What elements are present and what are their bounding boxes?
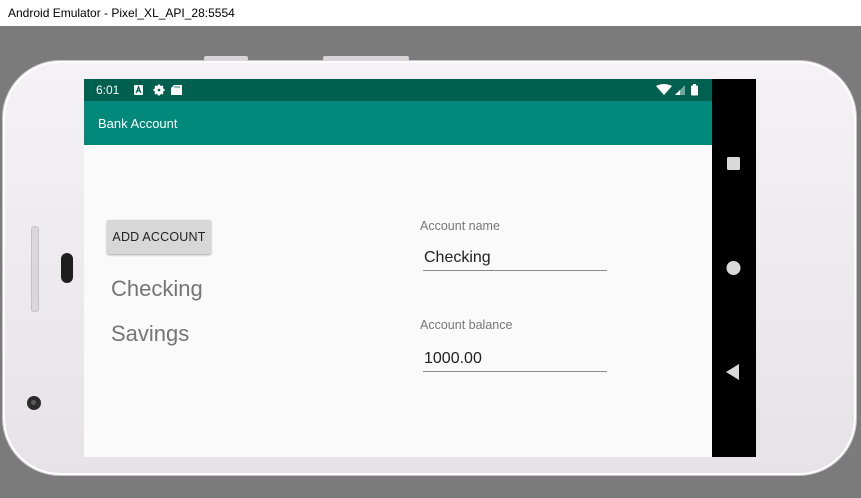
app-bar: Bank Account	[84, 101, 712, 145]
battery-icon	[691, 84, 698, 96]
device-screen: 6:01 Bank Account ADD ACCOUNT Checking S…	[84, 79, 712, 457]
gear-icon	[153, 84, 165, 96]
home-button[interactable]	[712, 250, 756, 286]
status-system-icons	[656, 84, 698, 96]
add-account-button[interactable]: ADD ACCOUNT	[107, 220, 211, 254]
device-speaker	[61, 253, 73, 283]
account-list-item[interactable]: Checking	[111, 277, 203, 301]
sd-card-icon	[171, 85, 182, 95]
app-title: Bank Account	[98, 116, 178, 131]
account-list-item[interactable]: Savings	[111, 322, 189, 346]
account-name-input[interactable]	[423, 247, 607, 271]
front-camera	[27, 396, 41, 410]
back-triangle-icon	[726, 364, 739, 380]
account-balance-input[interactable]	[423, 348, 607, 372]
back-button[interactable]	[712, 354, 756, 390]
window-title: Android Emulator - Pixel_XL_API_28:5554	[0, 0, 861, 26]
overview-button[interactable]	[712, 145, 756, 181]
device-top-button	[204, 56, 248, 61]
account-name-label: Account name	[420, 219, 500, 233]
device-side-slot	[31, 226, 39, 312]
device-top-button	[323, 56, 409, 61]
navigation-bar	[712, 79, 756, 457]
status-time: 6:01	[96, 83, 120, 97]
home-circle-icon	[726, 261, 741, 275]
status-notification-icons	[134, 84, 182, 96]
a-notification-icon	[134, 85, 143, 95]
wifi-icon	[656, 84, 672, 95]
status-bar: 6:01	[84, 79, 712, 101]
account-balance-label: Account balance	[420, 318, 513, 332]
overview-square-icon	[727, 157, 740, 170]
